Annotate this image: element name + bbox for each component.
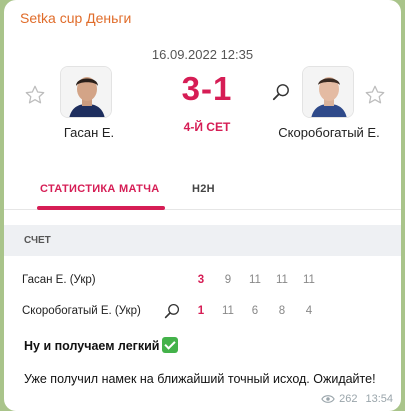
match-tabs: СТАТИСТИКА МАТЧА H2H: [4, 176, 401, 210]
message-time: 13:54: [365, 393, 393, 405]
set-score: 11: [249, 274, 261, 286]
message-bubble: Setka cup Деньги 16.09.2022 12:35 Гасан …: [4, 0, 401, 411]
check-icon: [161, 337, 178, 353]
score-row-player1: Гасан Е. (Укр) 3 9 11 11 11: [4, 272, 401, 292]
player2-name[interactable]: Скоробогатый Е.: [274, 125, 384, 140]
set-score: 4: [305, 305, 313, 317]
channel-title[interactable]: Setka cup Деньги: [20, 10, 131, 26]
score-total: 1: [197, 305, 205, 317]
score-total: 3: [197, 274, 205, 286]
player1-avatar[interactable]: [60, 66, 112, 118]
score-row-player2: Скоробогатый Е. (Укр) 1 11 6 8 4: [4, 303, 401, 323]
set-score: 11: [303, 274, 315, 286]
score-section-header: СЧЕТ: [4, 225, 401, 256]
set-score: 11: [276, 274, 288, 286]
match-score: 3-1: [181, 70, 233, 107]
message-meta: 262 13:54: [321, 393, 393, 405]
score-row-name: Скоробогатый Е. (Укр): [22, 305, 141, 317]
message-line-1: Ну и получаем легкий: [24, 337, 178, 353]
racket-icon: [164, 303, 182, 321]
current-set: 4-Й СЕТ: [183, 120, 231, 134]
player1-name[interactable]: Гасан Е.: [44, 125, 134, 140]
set-score: 8: [278, 305, 286, 317]
racket-icon: [272, 83, 290, 101]
score-section-title: СЧЕТ: [24, 235, 51, 246]
set-score: 11: [222, 305, 234, 317]
message-line-1-text: Ну и получаем легкий: [24, 339, 160, 353]
tab-match-stats[interactable]: СТАТИСТИКА МАТЧА: [40, 183, 159, 195]
favorite-star-icon-left[interactable]: [24, 84, 46, 106]
score-row-name: Гасан Е. (Укр): [22, 274, 96, 286]
eye-icon: [321, 395, 335, 403]
message-line-2: Уже получил намек на ближайший точный ис…: [24, 372, 376, 386]
tab-h2h[interactable]: H2H: [192, 183, 215, 195]
active-tab-indicator: [37, 206, 165, 210]
view-count: 262: [339, 393, 358, 405]
favorite-star-icon-right[interactable]: [364, 84, 386, 106]
set-score: 9: [224, 274, 232, 286]
player2-avatar[interactable]: [302, 66, 354, 118]
set-score: 6: [251, 305, 259, 317]
match-datetime: 16.09.2022 12:35: [151, 47, 254, 62]
